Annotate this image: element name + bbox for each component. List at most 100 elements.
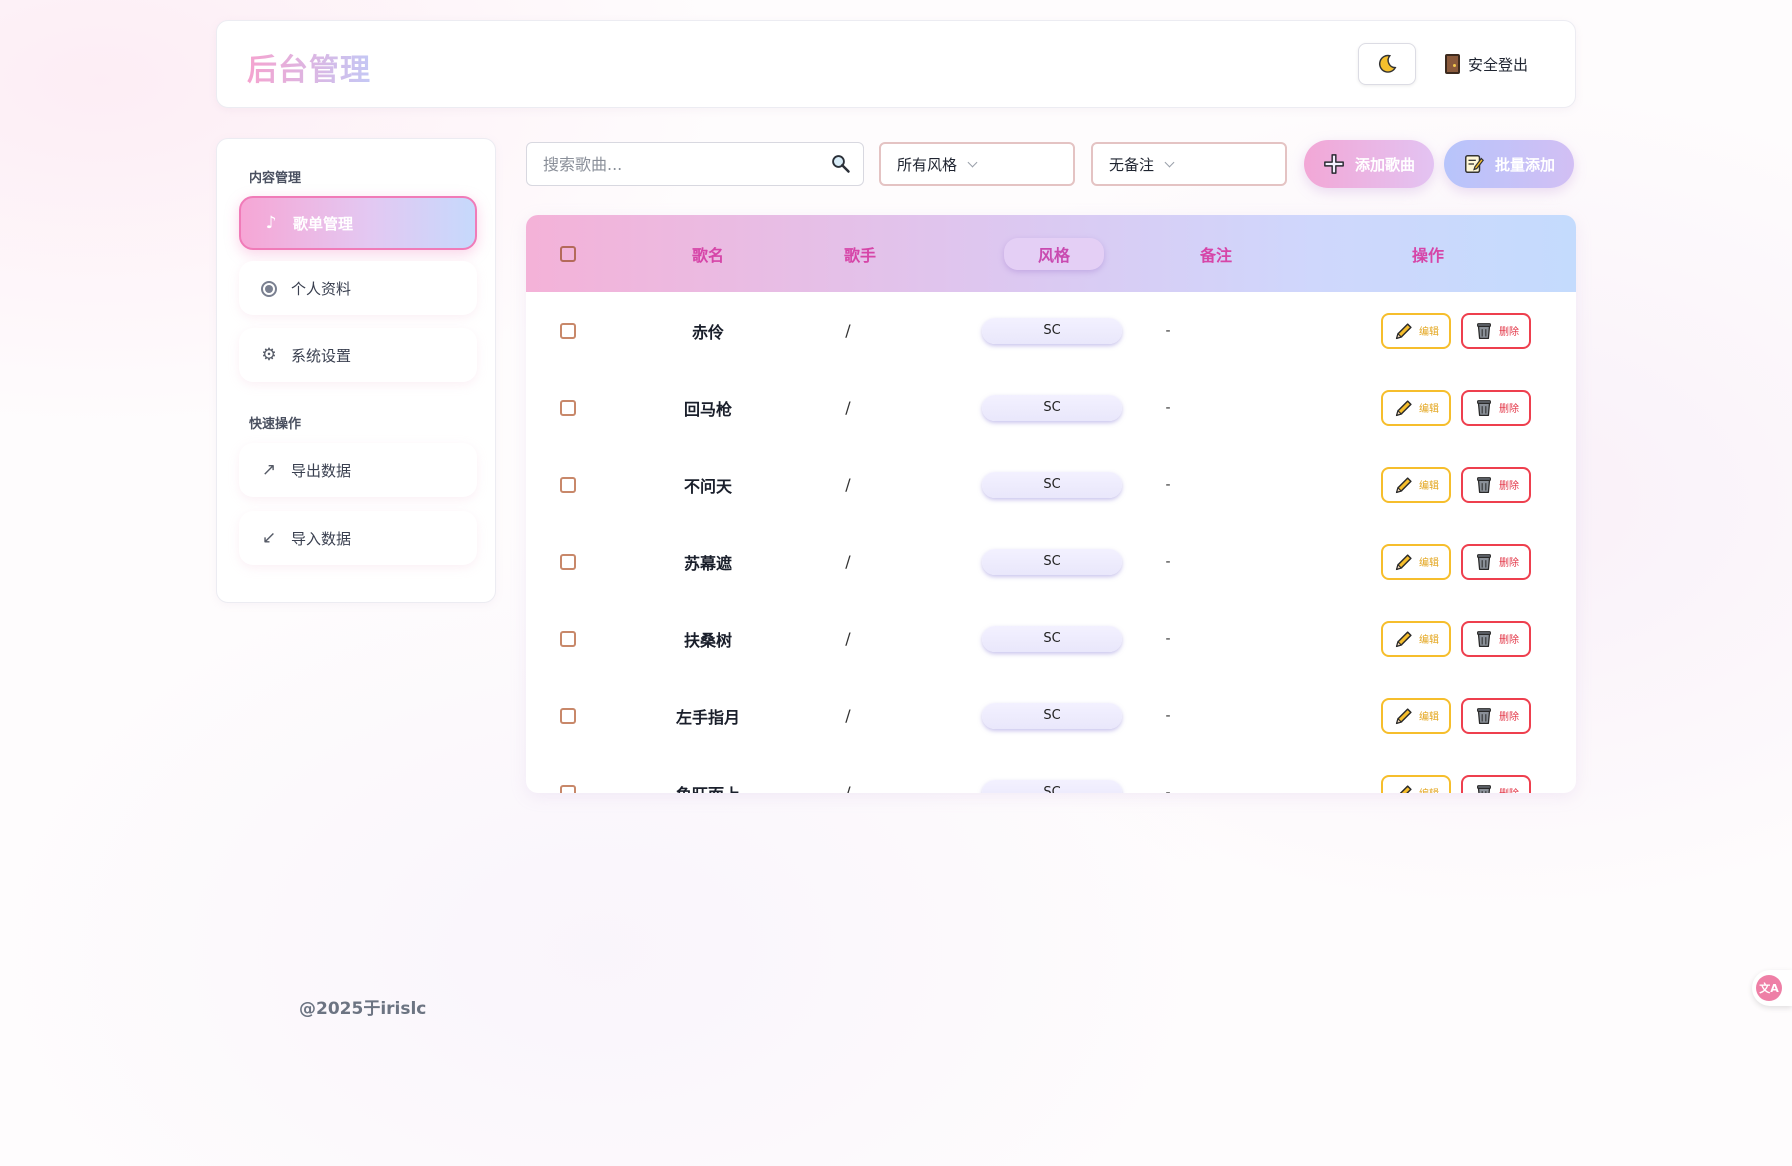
section-title-quick: 快速操作 xyxy=(249,417,302,432)
trash-icon xyxy=(1477,707,1491,724)
song-name: 鱼旺而上 xyxy=(676,781,740,794)
singer: / xyxy=(845,629,851,648)
table-row: 鱼旺而上 / SC - 编辑 xyxy=(526,754,1576,793)
edit-button[interactable]: 编辑 xyxy=(1381,389,1451,426)
song-name: 不问天 xyxy=(683,476,732,496)
delete-button[interactable]: 删除 xyxy=(1461,389,1531,426)
arrow-down-left-icon: ↙ xyxy=(261,528,277,548)
music-note-icon: ♪ xyxy=(265,213,277,233)
table-row: 不问天 / SC - 编辑 删除 xyxy=(526,446,1576,523)
search-icon[interactable] xyxy=(831,154,851,174)
edit-button[interactable]: 编辑 xyxy=(1381,774,1451,793)
moon-icon xyxy=(1379,54,1397,73)
row-checkbox[interactable] xyxy=(560,630,576,647)
note: - xyxy=(1165,476,1171,493)
delete-button[interactable]: 删除 xyxy=(1461,466,1531,503)
table-row: 左手指月 / SC - 编辑 删除 xyxy=(526,677,1576,754)
theme-toggle-button[interactable] xyxy=(1358,43,1416,85)
row-select-cell xyxy=(548,523,588,600)
edit-button[interactable]: 编辑 xyxy=(1381,312,1451,349)
delete-cell: 删除 xyxy=(1460,369,1532,446)
note: - xyxy=(1165,630,1171,647)
song-name: 苏幕遮 xyxy=(683,553,732,573)
singer: / xyxy=(845,475,851,494)
delete-cell: 删除 xyxy=(1460,677,1532,754)
translate-button[interactable]: 文A xyxy=(1752,970,1792,1006)
style-filter-select[interactable]: 所有风格 xyxy=(879,142,1075,186)
row-checkbox[interactable] xyxy=(560,322,576,339)
trash-icon xyxy=(1477,630,1491,647)
style-tag: SC xyxy=(982,317,1122,344)
style-cell: SC xyxy=(952,754,1152,793)
song-name-cell: 左手指月 xyxy=(648,677,768,754)
row-select-cell xyxy=(548,677,588,754)
row-checkbox[interactable] xyxy=(560,553,576,570)
sidebar-item-export[interactable]: ↗ 导出数据 xyxy=(239,443,477,497)
style-tag: SC xyxy=(982,394,1122,421)
singer-cell: / xyxy=(788,523,908,600)
footer-copyright: @2025于irislc xyxy=(299,999,427,1019)
row-checkbox[interactable] xyxy=(560,707,576,724)
singer-cell: / xyxy=(788,677,908,754)
sidebar-item-label: 导出数据 xyxy=(291,461,352,480)
radio-icon xyxy=(261,281,277,297)
table-row: 赤伶 / SC - 编辑 删除 xyxy=(526,292,1576,369)
sidebar-item-label: 歌单管理 xyxy=(293,214,354,233)
sidebar: 内容管理 ♪ 歌单管理 个人资料 ⚙ 系统设置 快速操作 ↗ 导出数据 ↙ 导入… xyxy=(216,138,496,603)
style-tag: SC xyxy=(982,779,1122,793)
delete-button[interactable]: 删除 xyxy=(1461,312,1531,349)
edit-button[interactable]: 编辑 xyxy=(1381,697,1451,734)
header-name: 歌名 xyxy=(691,245,724,265)
edit-label: 编辑 xyxy=(1419,327,1439,338)
sidebar-item-settings[interactable]: ⚙ 系统设置 xyxy=(239,328,477,382)
delete-button[interactable]: 删除 xyxy=(1461,697,1531,734)
top-header: 后台管理 安全登出 xyxy=(216,20,1576,108)
edit-cell: 编辑 xyxy=(1380,369,1452,446)
style-tag: SC xyxy=(982,471,1122,498)
trash-icon xyxy=(1477,476,1491,493)
style-cell: SC xyxy=(952,369,1152,446)
song-name: 左手指月 xyxy=(675,707,740,727)
batch-add-button[interactable]: 批量添加 xyxy=(1444,140,1574,188)
delete-label: 删除 xyxy=(1499,404,1519,415)
row-checkbox[interactable] xyxy=(560,476,576,493)
door-icon xyxy=(1445,54,1460,74)
edit-button[interactable]: 编辑 xyxy=(1381,543,1451,580)
sidebar-item-label: 系统设置 xyxy=(291,346,352,365)
song-name: 赤伶 xyxy=(691,322,724,342)
delete-button[interactable]: 删除 xyxy=(1461,774,1531,793)
note-filter-value: 无备注 xyxy=(1109,155,1155,174)
row-checkbox[interactable] xyxy=(560,399,576,416)
sidebar-item-import[interactable]: ↙ 导入数据 xyxy=(239,511,477,565)
pencil-icon xyxy=(1395,707,1412,724)
note-cell: - xyxy=(1138,292,1198,369)
logout-button[interactable]: 安全登出 xyxy=(1445,49,1528,79)
delete-button[interactable]: 删除 xyxy=(1461,543,1531,580)
delete-label: 删除 xyxy=(1499,712,1519,723)
search-input[interactable] xyxy=(527,143,807,185)
edit-button[interactable]: 编辑 xyxy=(1381,466,1451,503)
add-song-button[interactable]: 添加歌曲 xyxy=(1304,140,1434,188)
edit-label: 编辑 xyxy=(1419,712,1439,723)
table-row: 回马枪 / SC - 编辑 删除 xyxy=(526,369,1576,446)
edit-label: 编辑 xyxy=(1419,558,1439,569)
delete-label: 删除 xyxy=(1499,785,1519,793)
trash-icon xyxy=(1477,553,1491,570)
note-filter-select[interactable]: 无备注 xyxy=(1091,142,1287,186)
pencil-icon xyxy=(1395,553,1412,570)
edit-button[interactable]: 编辑 xyxy=(1381,620,1451,657)
song-name: 回马枪 xyxy=(683,399,732,419)
select-all-checkbox[interactable] xyxy=(560,245,576,262)
trash-icon xyxy=(1477,784,1491,793)
row-checkbox[interactable] xyxy=(560,784,576,793)
sidebar-item-playlist[interactable]: ♪ 歌单管理 xyxy=(239,196,477,250)
note-cell: - xyxy=(1138,446,1198,523)
note: - xyxy=(1165,784,1171,794)
singer-cell: / xyxy=(788,600,908,677)
note: - xyxy=(1165,322,1171,339)
delete-button[interactable]: 删除 xyxy=(1461,620,1531,657)
edit-cell: 编辑 xyxy=(1380,754,1452,793)
delete-cell: 删除 xyxy=(1460,446,1532,523)
chevron-down-icon xyxy=(1164,157,1175,167)
sidebar-item-profile[interactable]: 个人资料 xyxy=(239,261,477,315)
